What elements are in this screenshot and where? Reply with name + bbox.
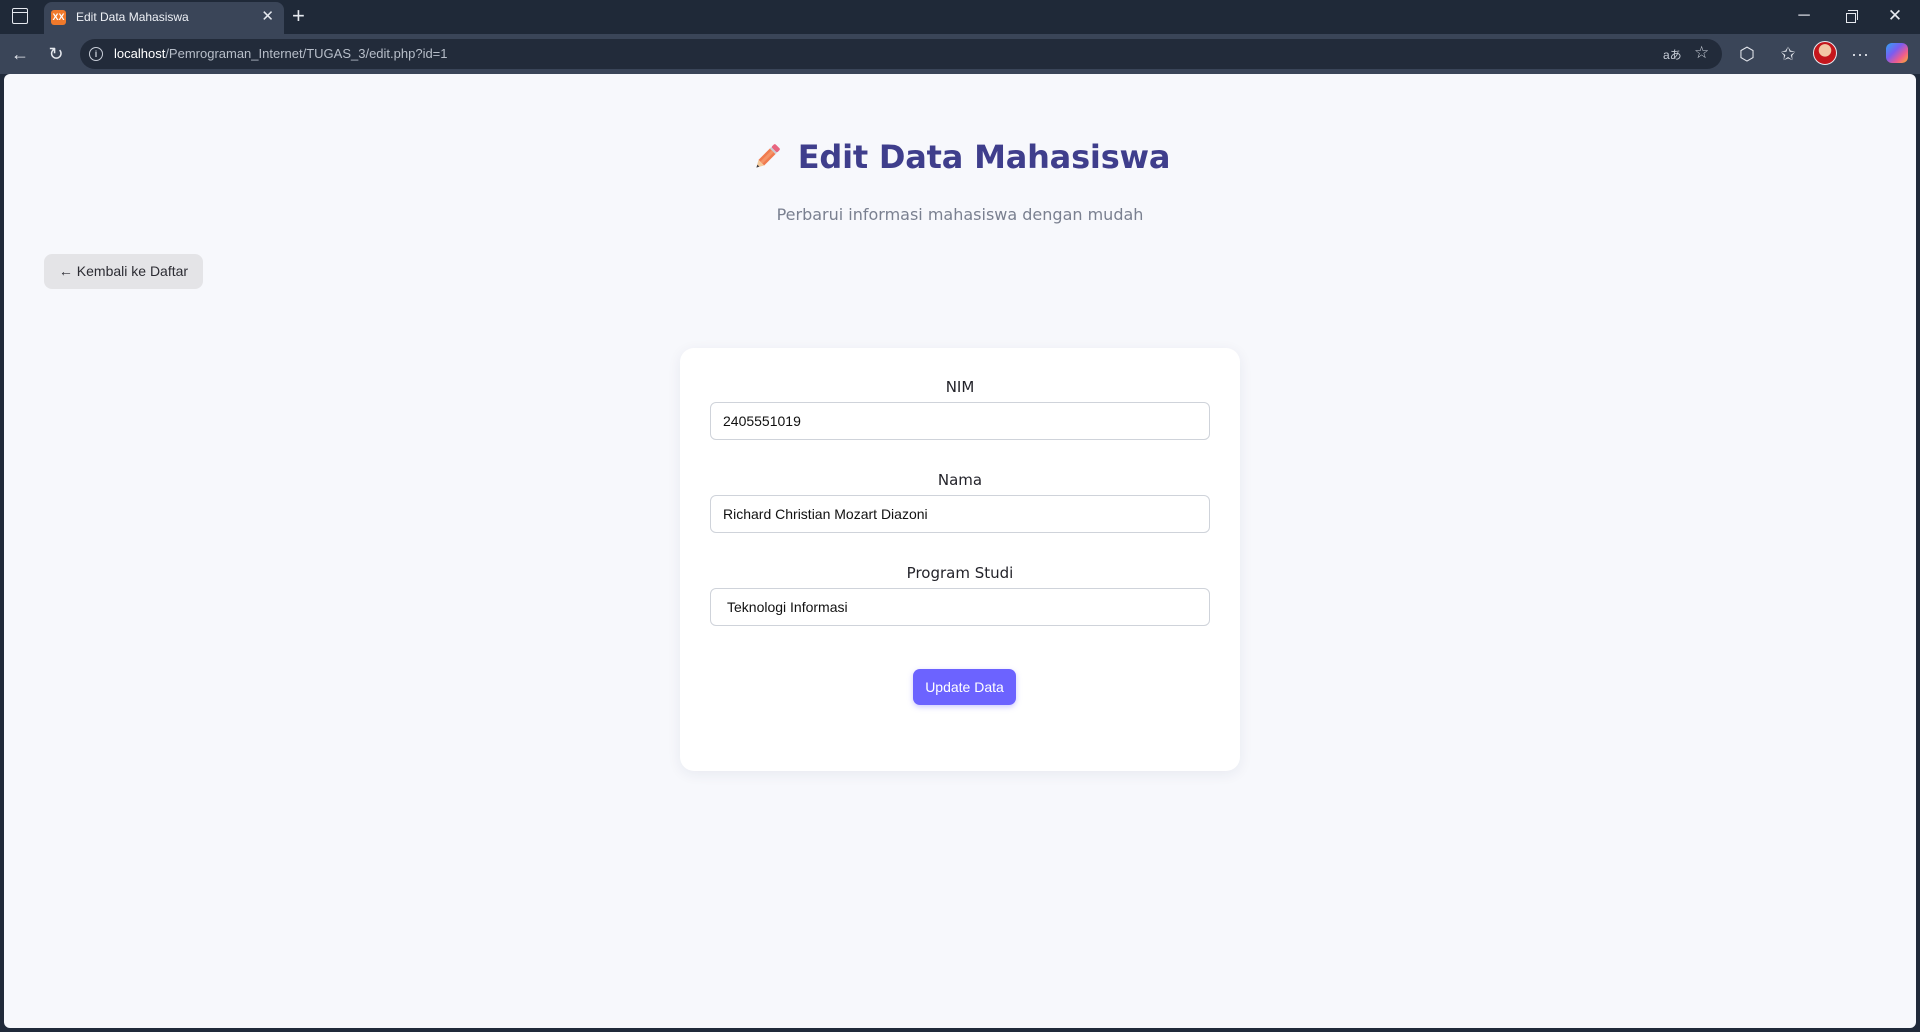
prodi-field-group: Program Studi [710,564,1210,626]
url-text[interactable]: localhost/Pemrograman_Internet/TUGAS_3/e… [114,46,448,61]
more-options-icon[interactable]: ··· [1848,42,1872,66]
update-data-button[interactable]: Update Data [913,669,1016,705]
address-bar[interactable]: i localhost/Pemrograman_Internet/TUGAS_3… [80,39,1722,69]
back-icon[interactable]: ← [8,42,32,66]
profile-avatar[interactable] [1813,41,1837,65]
prodi-input[interactable] [710,588,1210,626]
browser-tabstrip: XX Edit Data Mahasiswa ✕ + ─ ✕ [0,0,1920,34]
favorites-icon[interactable]: ✩ [1776,42,1800,66]
tab-close-icon[interactable]: ✕ [261,8,274,26]
minimize-icon[interactable]: ─ [1789,5,1819,27]
new-tab-icon[interactable]: + [292,3,305,29]
page-title: Edit Data Mahasiswa [797,138,1171,176]
nim-field-group: NIM [710,378,1210,440]
url-path: /Pemrograman_Internet/TUGAS_3/edit.php?i… [165,46,448,61]
xampp-favicon-icon: XX [51,10,66,25]
nama-input[interactable] [710,495,1210,533]
url-host: localhost [114,46,166,61]
favorite-star-icon[interactable]: ☆ [1694,43,1709,63]
page-viewport: Edit Data Mahasiswa Perbarui informasi m… [4,74,1916,1028]
window-close-icon[interactable]: ✕ [1880,5,1910,27]
edit-form-card: NIM Nama Program Studi Update Data [680,348,1240,771]
nim-input[interactable] [710,402,1210,440]
nim-label: NIM [945,378,975,396]
site-info-icon[interactable]: i [89,47,103,61]
read-aloud-icon[interactable]: aあ [1663,46,1682,63]
browser-toolbar: ← ↻ i localhost/Pemrograman_Internet/TUG… [0,34,1920,74]
extensions-icon[interactable]: ⬡ [1735,42,1759,66]
page-header: Edit Data Mahasiswa Perbarui informasi m… [4,138,1916,224]
prodi-label: Program Studi [906,564,1014,582]
tab-actions-icon[interactable] [12,8,28,24]
nama-field-group: Nama [710,471,1210,533]
page-subtitle: Perbarui informasi mahasiswa dengan muda… [776,205,1144,224]
restore-icon[interactable] [1836,5,1866,27]
reload-icon[interactable]: ↻ [44,42,68,66]
nama-label: Nama [937,471,983,489]
title-row: Edit Data Mahasiswa [750,138,1171,176]
pencil-icon [756,144,780,168]
back-to-list-button[interactable]: ← Kembali ke Daftar [44,254,203,289]
browser-tab[interactable]: XX Edit Data Mahasiswa ✕ [44,2,284,34]
copilot-icon[interactable] [1886,43,1908,63]
tab-title: Edit Data Mahasiswa [76,10,189,24]
